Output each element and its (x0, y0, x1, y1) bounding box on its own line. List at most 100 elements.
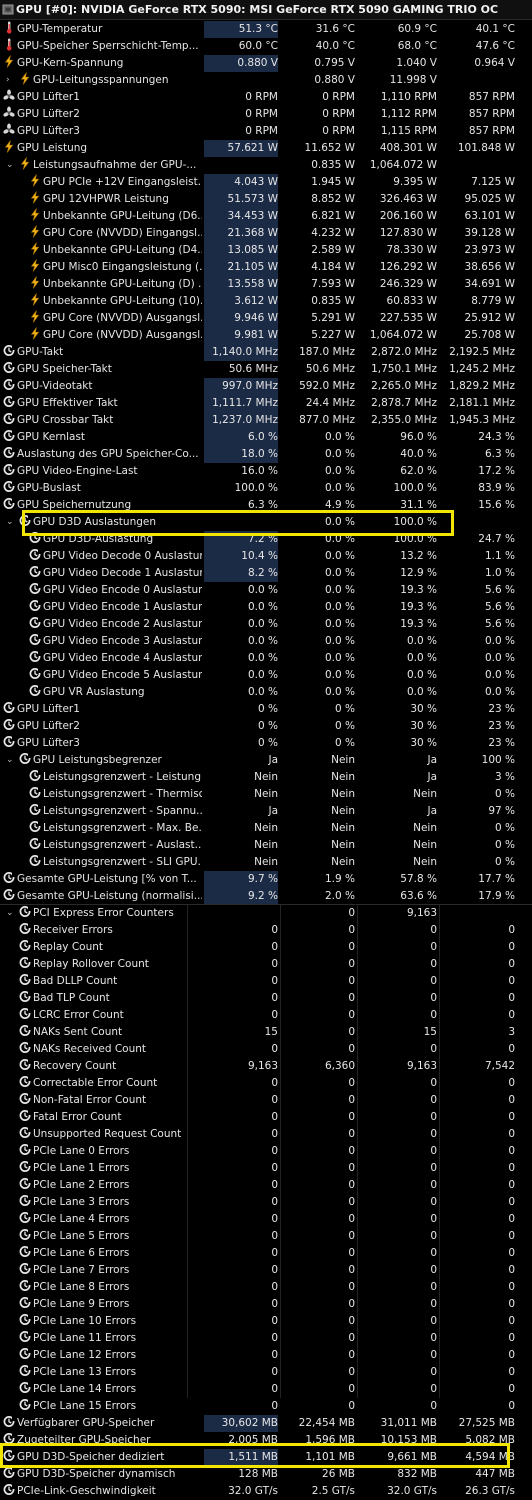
sensor-label: Bad DLLP Count (33, 975, 118, 987)
sensor-row[interactable]: GPU Video Encode 2 Auslastung 0.0 % 0.0 % 1… (0, 616, 532, 633)
sensor-row[interactable]: PCIe Lane 12 Errors 0 0 0 0 (0, 1347, 532, 1364)
sensor-row[interactable]: PCIe Lane 0 Errors 0 0 0 0 (0, 1143, 532, 1160)
sensor-row[interactable]: Leistungsgrenzwert - Max. Be... Nein Nein N… (0, 820, 532, 837)
sensor-row[interactable]: GPU PCIe +12V Eingangsleist... 4.043 W 1.9… (0, 174, 532, 191)
clock-icon (19, 905, 31, 922)
sensor-row[interactable]: Fatal Error Count 0 0 0 0 (0, 1109, 532, 1126)
sensor-row[interactable]: Leistungsgrenzwert - Auslast... Nein Nein N… (0, 837, 532, 854)
clock-icon (19, 1160, 31, 1177)
sensor-row[interactable]: Auslastung des GPU Speicher-Co... 18.0 % 0… (0, 446, 532, 463)
sensor-label: PCIe Lane 4 Errors (33, 1213, 130, 1225)
sensor-row[interactable]: GPU Misc0 Eingangsleistung (... 21.105 W 4… (0, 259, 532, 276)
sensor-row[interactable]: GPU Effektiver Takt 1,111.7 MHz 24.4 MHz 2,… (0, 395, 532, 412)
sensor-row[interactable]: Leistungsgrenzwert - SLI GPU... Nein Nein N… (0, 854, 532, 871)
sensor-row[interactable]: GPU Lüfter2 0 % 0 % 30 % 23 % (0, 718, 532, 735)
sensor-row[interactable]: PCIe Lane 4 Errors 0 0 0 0 (0, 1211, 532, 1228)
sensor-row[interactable]: GPU Speicher-Takt 50.6 MHz 50.6 MHz 1,750.1… (0, 361, 532, 378)
sensor-row[interactable]: GPU Leistung 57.621 W 11.652 W 408.301 W 101… (0, 140, 532, 157)
sensor-row[interactable]: PCIe Lane 11 Errors 0 0 0 0 (0, 1330, 532, 1347)
sensor-row[interactable]: Correctable Error Count 0 0 0 0 (0, 1075, 532, 1092)
chevron-right-icon[interactable]: › (6, 72, 10, 89)
clock-icon (19, 1177, 31, 1194)
max-value: 0 (430, 1111, 437, 1123)
sensor-row[interactable]: Gesamte GPU-Leistung [% von T... 9.7 % 1.9… (0, 871, 532, 888)
sensor-row[interactable]: GPU-Kern-Spannung 0.880 V 0.795 V 1.040 V 0.… (0, 55, 532, 72)
sensor-row[interactable]: Leistungsgrenzwert - Thermisch Nein Nein Ne… (0, 786, 532, 803)
sensor-row[interactable]: GPU Lüfter2 0 RPM 0 RPM 1,112 RPM 857 RPM (0, 106, 532, 123)
sensor-row[interactable]: Leistungsgrenzwert - Spannu... Ja Nein Ja 97… (0, 803, 532, 820)
sensor-row[interactable]: PCIe-Link-Geschwindigkeit 32.0 GT/s 2.5 GT… (0, 1483, 532, 1500)
sensor-row[interactable]: PCIe Lane 6 Errors 0 0 0 0 (0, 1245, 532, 1262)
avg-value: 0 (508, 1213, 515, 1225)
sensor-row[interactable]: GPU Video Decode 1 Auslastung 8.2 % 0.0 % 1… (0, 565, 532, 582)
sensor-row[interactable]: Unbekannte GPU-Leitung (10)... 3.612 W 0.8… (0, 293, 532, 310)
sensor-row[interactable]: GPU Video Encode 5 Auslastung 0.0 % 0.0 % 0… (0, 667, 532, 684)
sensor-row[interactable]: Receiver Errors 0 0 0 0 (0, 922, 532, 939)
sensor-row[interactable]: GPU Core (NVVDD) Eingangsl... 21.368 W 4.2… (0, 225, 532, 242)
sensor-row[interactable]: GPU-Speicher Sperrschicht-Temp... 60.0 °C… (0, 38, 532, 55)
sensor-row[interactable]: PCIe Lane 15 Errors 0 0 0 0 (0, 1398, 532, 1415)
sensor-row[interactable]: GPU Video Encode 1 Auslastung 0.0 % 0.0 % 1… (0, 599, 532, 616)
max-value: 11.998 V (389, 74, 437, 86)
sensor-row[interactable]: GPU Video Decode 0 Auslastung 10.4 % 0.0 %… (0, 548, 532, 565)
sensor-row[interactable]: GPU-Takt 1,140.0 MHz 187.0 MHz 2,872.0 MHz 2… (0, 344, 532, 361)
chevron-down-icon[interactable]: ⌄ (6, 905, 14, 922)
sensor-row[interactable]: Gesamte GPU-Leistung (normalisi... 9.2 % 2… (0, 888, 532, 905)
sensor-row[interactable]: PCIe Lane 14 Errors 0 0 0 0 (0, 1381, 532, 1398)
sensor-row[interactable]: NAKs Received Count 0 0 0 0 (0, 1041, 532, 1058)
sensor-row[interactable]: ⌄ Leistungsaufnahme der GPU-... 0.835 W 1,0… (0, 157, 532, 174)
sensor-row[interactable]: PCIe Lane 3 Errors 0 0 0 0 (0, 1194, 532, 1211)
sensor-row[interactable]: GPU Lüfter3 0 % 0 % 30 % 23 % (0, 735, 532, 752)
avg-value: 23 % (488, 720, 515, 732)
sensor-row[interactable]: GPU VR Auslastung 0.0 % 0.0 % 0.0 % 0.0 % (0, 684, 532, 701)
sensor-row[interactable]: GPU Crossbar Takt 1,237.0 MHz 877.0 MHz 2,3… (0, 412, 532, 429)
sensor-row[interactable]: GPU Lüfter1 0 % 0 % 30 % 23 % (0, 701, 532, 718)
bolt-icon (29, 310, 41, 327)
sensor-row[interactable]: GPU Core (NVVDD) Ausgangsl... 9.946 W 5.29… (0, 310, 532, 327)
sensor-row[interactable]: PCIe Lane 10 Errors 0 0 0 0 (0, 1313, 532, 1330)
bolt-icon (29, 259, 41, 276)
sensor-row[interactable]: GPU 12VHPWR Leistung 51.573 W 8.852 W 326.4… (0, 191, 532, 208)
sensor-row[interactable]: GPU-Videotakt 997.0 MHz 592.0 MHz 2,265.0 M… (0, 378, 532, 395)
sensor-row[interactable]: GPU D3D-Speicher dynamisch 128 MB 26 MB 832… (0, 1466, 532, 1483)
sensor-row[interactable]: GPU Video Encode 4 Auslastung 0.0 % 0.0 % 0… (0, 650, 532, 667)
sensor-row[interactable]: ⌄ PCI Express Error Counters 0 9,163 (0, 905, 532, 922)
sensor-row[interactable]: PCIe Lane 7 Errors 0 0 0 0 (0, 1262, 532, 1279)
sensor-row[interactable]: PCIe Lane 1 Errors 0 0 0 0 (0, 1160, 532, 1177)
sensor-row[interactable]: Replay Rollover Count 0 0 0 0 (0, 956, 532, 973)
sensor-row[interactable]: GPU Lüfter1 0 RPM 0 RPM 1,110 RPM 857 RPM (0, 89, 532, 106)
sensor-row[interactable]: Unsupported Request Count 0 0 0 0 (0, 1126, 532, 1143)
chevron-down-icon[interactable]: ⌄ (6, 514, 14, 531)
sensor-row[interactable]: Leistungsgrenzwert - Leistung Nein Nein Ja 3… (0, 769, 532, 786)
sensor-row[interactable]: GPU Lüfter3 0 RPM 0 RPM 1,115 RPM 857 RPM (0, 123, 532, 140)
sensor-row[interactable]: GPU Video Encode 0 Auslastung 0.0 % 0.0 % 1… (0, 582, 532, 599)
sensor-row[interactable]: GPU Video Encode 3 Auslastung 0.0 % 0.0 % 0… (0, 633, 532, 650)
sensor-row[interactable]: GPU Kernlast 6.0 % 0.0 % 96.0 % 24.3 % (0, 429, 532, 446)
sensor-row[interactable]: Unbekannte GPU-Leitung (D4... 13.085 W 2.5… (0, 242, 532, 259)
sensor-row[interactable]: NAKs Sent Count 15 0 15 3 (0, 1024, 532, 1041)
sensor-row[interactable]: LCRC Error Count 0 0 0 0 (0, 1007, 532, 1024)
sensor-row[interactable]: PCIe Lane 13 Errors 0 0 0 0 (0, 1364, 532, 1381)
sensor-row[interactable]: › GPU-Leitungsspannungen 0.880 V 11.998 V (0, 72, 532, 89)
sensor-row[interactable]: PCIe Lane 5 Errors 0 0 0 0 (0, 1228, 532, 1245)
sensor-row[interactable]: Non-Fatal Error Count 0 0 0 0 (0, 1092, 532, 1109)
chevron-down-icon[interactable]: ⌄ (6, 752, 14, 769)
chevron-down-icon[interactable]: ⌄ (6, 157, 14, 174)
sensor-row[interactable]: Bad TLP Count 0 0 0 0 (0, 990, 532, 1007)
sensor-row[interactable]: PCIe Lane 2 Errors 0 0 0 0 (0, 1177, 532, 1194)
sensor-row[interactable]: Recovery Count 9,163 6,360 9,163 7,542 (0, 1058, 532, 1075)
sensor-row[interactable]: Replay Count 0 0 0 0 (0, 939, 532, 956)
sensor-row[interactable]: GPU-Temperatur 51.3 °C 31.6 °C 60.9 °C 40.1 … (0, 21, 532, 38)
sensor-row[interactable]: Unbekannte GPU-Leitung (D6... 34.453 W 6.8… (0, 208, 532, 225)
sensor-row[interactable]: Bad DLLP Count 0 0 0 0 (0, 973, 532, 990)
sensor-row[interactable]: GPU-Buslast 100.0 % 0.0 % 100.0 % 83.9 % (0, 480, 532, 497)
sensor-row[interactable]: ⌄ GPU Leistungsbegrenzer Ja Nein Ja 100 % (0, 752, 532, 769)
current-value: 0 (271, 1009, 278, 1021)
sensor-row[interactable]: GPU Video-Engine-Last 16.0 % 0.0 % 62.0 % 17… (0, 463, 532, 480)
sensor-row[interactable]: Verfügbarer GPU-Speicher 30,602 MB 22,454 … (0, 1415, 532, 1432)
sensor-row[interactable]: PCIe Lane 9 Errors 0 0 0 0 (0, 1296, 532, 1313)
sensor-row[interactable]: GPU Core (NVVDD) Ausgangsl... 9.981 W 5.22… (0, 327, 532, 344)
sensor-row[interactable]: Unbekannte GPU-Leitung (D) ... 13.558 W 7.… (0, 276, 532, 293)
gpu-group-header[interactable]: GPU [#0]: NVIDIA GeForce RTX 5090: MSI G… (0, 0, 532, 20)
sensor-row[interactable]: PCIe Lane 8 Errors 0 0 0 0 (0, 1279, 532, 1296)
